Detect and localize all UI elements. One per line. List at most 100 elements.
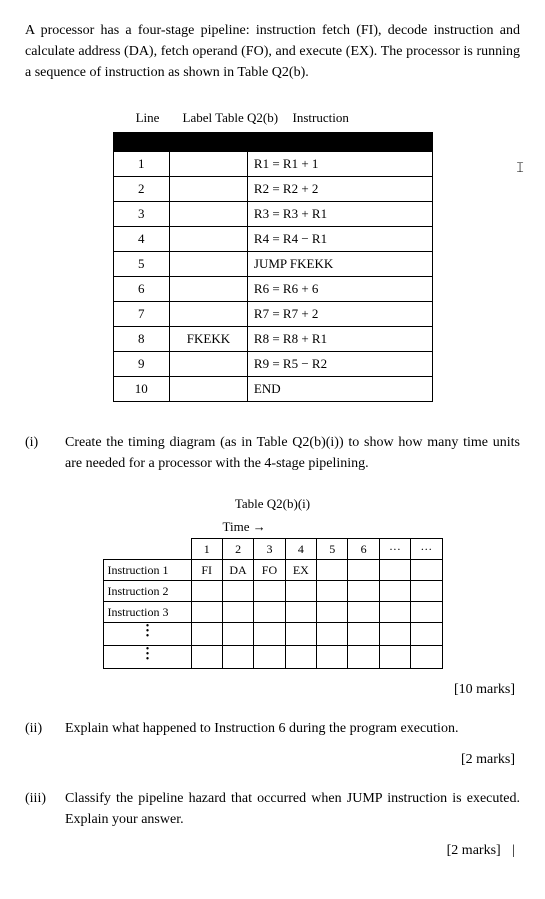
timing-cell: FO	[254, 559, 285, 580]
cell-label	[170, 276, 248, 301]
table-row: •••	[103, 622, 442, 645]
cell-instruction: R1 = R1 + 1	[247, 151, 432, 176]
part-number: (ii)	[25, 718, 65, 739]
text-cursor-icon: 𝙸	[515, 158, 525, 179]
table-row: Instruction 1FIDAFOEX	[103, 559, 442, 580]
empty-corner	[103, 538, 191, 559]
time-col-header: 4	[285, 538, 316, 559]
table-row: 8FKEKKR8 = R8 + R1	[113, 326, 432, 351]
timing-cell	[285, 580, 316, 601]
table-row: 4 R4 = R4 − R1	[113, 226, 432, 251]
table-blackbar	[113, 132, 432, 151]
cell-line: 8	[113, 326, 170, 351]
timing-cell	[379, 622, 410, 645]
timing-cell: FI	[191, 559, 222, 580]
timing-cell	[411, 645, 442, 668]
timing-cell	[222, 645, 253, 668]
time-col-header: 5	[317, 538, 348, 559]
table-row: 2 R2 = R2 + 2	[113, 176, 432, 201]
table2-title: Table Q2(b)(i)	[25, 494, 520, 514]
timing-cell	[348, 601, 379, 622]
cell-instruction: JUMP FKEKK	[247, 251, 432, 276]
marks-ii: [2 marks]	[25, 749, 520, 770]
cell-instruction: R4 = R4 − R1	[247, 226, 432, 251]
timing-cell	[411, 601, 442, 622]
timing-cell	[191, 601, 222, 622]
table-row: 9 R9 = R5 − R2	[113, 351, 432, 376]
cell-label	[170, 351, 248, 376]
timing-cell	[222, 601, 253, 622]
cell-instruction: R2 = R2 + 2	[247, 176, 432, 201]
timing-cell	[348, 559, 379, 580]
timing-cell	[254, 622, 285, 645]
timing-cell	[379, 601, 410, 622]
row-header: •••	[103, 645, 191, 668]
cell-line: 5	[113, 251, 170, 276]
part-iii: (iii) Classify the pipeline hazard that …	[25, 788, 520, 830]
timing-cell	[317, 559, 348, 580]
timing-cell	[285, 601, 316, 622]
cell-line: 6	[113, 276, 170, 301]
cell-line: 4	[113, 226, 170, 251]
timing-cell	[222, 622, 253, 645]
table-row: 5 JUMP FKEKK	[113, 251, 432, 276]
timing-cell	[254, 580, 285, 601]
time-col-header: 3	[254, 538, 285, 559]
cell-instruction: R7 = R7 + 2	[247, 301, 432, 326]
row-header: Instruction 2	[103, 580, 191, 601]
cell-instruction: R9 = R5 − R2	[247, 351, 432, 376]
timing-cell	[191, 622, 222, 645]
timing-cell	[285, 622, 316, 645]
part-ii: (ii) Explain what happened to Instructio…	[25, 718, 520, 739]
col-header-line: Line	[113, 108, 183, 128]
table-row: Instruction 3	[103, 601, 442, 622]
table-row: 6R6 = R6 + 6	[113, 276, 432, 301]
col-header-label: Label Table Q2(b)	[183, 108, 293, 128]
cell-line: 9	[113, 351, 170, 376]
cell-label	[170, 301, 248, 326]
row-header: Instruction 3	[103, 601, 191, 622]
timing-cell	[348, 580, 379, 601]
time-arrow-label: Time →	[223, 517, 443, 537]
timing-cell	[191, 580, 222, 601]
timing-cell	[411, 580, 442, 601]
timing-cell	[379, 645, 410, 668]
timing-cell	[317, 580, 348, 601]
part-i: (i) Create the timing diagram (as in Tab…	[25, 432, 520, 474]
cell-instruction: R3 = R3 + R1	[247, 201, 432, 226]
time-col-header: 6	[348, 538, 379, 559]
part-text: Create the timing diagram (as in Table Q…	[65, 432, 520, 474]
marks-i: [10 marks]	[25, 679, 520, 700]
part-number: (i)	[25, 432, 65, 474]
cell-line: 2	[113, 176, 170, 201]
table-row: 7R7 = R7 + 2	[113, 301, 432, 326]
timing-cell: DA	[222, 559, 253, 580]
intro-paragraph: A processor has a four-stage pipeline: i…	[25, 20, 520, 83]
cell-line: 1	[113, 151, 170, 176]
timing-cell	[379, 580, 410, 601]
row-header: •••	[103, 622, 191, 645]
timing-cell	[317, 601, 348, 622]
cell-label	[170, 251, 248, 276]
table-row: •••	[103, 645, 442, 668]
time-col-header: 2	[222, 538, 253, 559]
part-text: Classify the pipeline hazard that occurr…	[65, 788, 520, 830]
timing-cell	[411, 559, 442, 580]
timing-cell	[254, 601, 285, 622]
time-col-header: ···	[411, 538, 442, 559]
timing-cell	[411, 622, 442, 645]
table-row: 3 R3 = R3 + R1	[113, 201, 432, 226]
time-col-header: 1	[191, 538, 222, 559]
cell-line: 10	[113, 376, 170, 401]
cell-label: FKEKK	[170, 326, 248, 351]
cell-line: 3	[113, 201, 170, 226]
part-text: Explain what happened to Instruction 6 d…	[65, 718, 520, 739]
timing-cell	[222, 580, 253, 601]
table-q2b: Line Label Table Q2(b) Instruction 1 R1 =…	[113, 108, 433, 402]
col-header-instruction: Instruction	[293, 108, 433, 128]
marks-iii: [2 marks] |	[25, 840, 520, 861]
timing-cell	[254, 645, 285, 668]
timing-cell	[317, 622, 348, 645]
cell-instruction: END	[247, 376, 432, 401]
timing-cell: EX	[285, 559, 316, 580]
